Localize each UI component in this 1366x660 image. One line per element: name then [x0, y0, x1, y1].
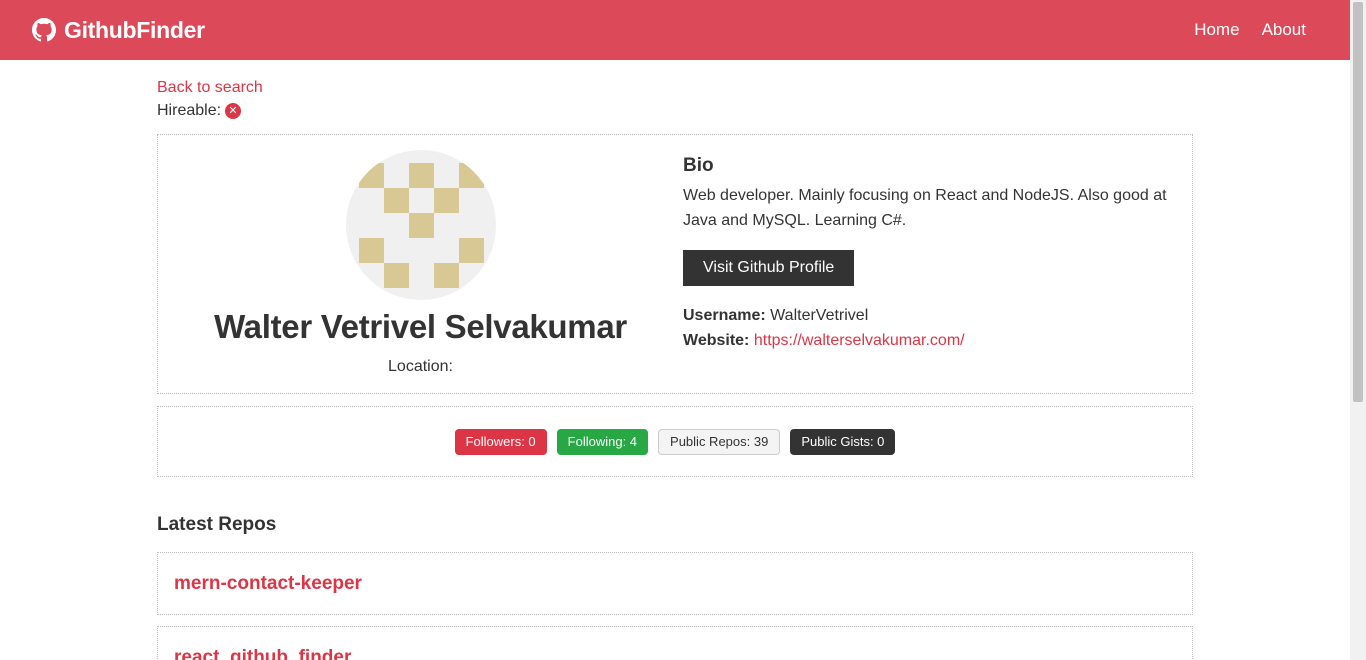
- brand-title: GithubFinder: [64, 16, 205, 43]
- website-link[interactable]: https://walterselvakumar.com/: [754, 332, 965, 349]
- x-circle-icon: ✕: [225, 103, 242, 119]
- public-repos-badge: Public Repos: 39: [658, 428, 781, 455]
- profile-card: Walter Vetrivel Selvakumar Location: Bio…: [157, 134, 1193, 394]
- nav-about-link[interactable]: About: [1262, 20, 1306, 40]
- website-label: Website:: [683, 332, 750, 349]
- profile-right: Bio Web developer. Mainly focusing on Re…: [683, 135, 1183, 393]
- github-icon: [32, 18, 56, 42]
- username-row: Username: WalterVetrivel: [683, 303, 1183, 328]
- profile-left: Walter Vetrivel Selvakumar Location:: [158, 135, 683, 393]
- back-to-search-link[interactable]: Back to search: [157, 79, 263, 97]
- visit-github-profile-button[interactable]: Visit Github Profile: [683, 250, 855, 286]
- main-container: Back to search Hireable: ✕ Walter Vetriv…: [157, 60, 1193, 660]
- nav-links: Home About: [1194, 20, 1306, 40]
- navbar: GithubFinder Home About: [0, 0, 1350, 60]
- username-label: Username:: [683, 307, 766, 324]
- profile-name: Walter Vetrivel Selvakumar: [214, 308, 627, 345]
- username-value: WalterVetrivel: [770, 307, 869, 324]
- website-row: Website: https://walterselvakumar.com/: [683, 328, 1183, 353]
- repo-card: mern-contact-keeper: [157, 552, 1193, 615]
- stats-card: Followers: 0 Following: 4 Public Repos: …: [157, 406, 1193, 477]
- scrollbar[interactable]: [1350, 0, 1366, 660]
- public-gists-badge: Public Gists: 0: [790, 428, 896, 455]
- hireable-row: Hireable: ✕: [157, 102, 1193, 120]
- followers-badge: Followers: 0: [454, 428, 547, 455]
- nav-home-link[interactable]: Home: [1194, 20, 1239, 40]
- latest-repos-title: Latest Repos: [157, 514, 277, 535]
- info-list: Username: WalterVetrivel Website: https:…: [683, 303, 1183, 353]
- location-label: Location:: [388, 358, 453, 375]
- bio-text: Web developer. Mainly focusing on React …: [683, 187, 1167, 229]
- following-badge: Following: 4: [556, 428, 649, 455]
- repo-link[interactable]: mern-contact-keeper: [174, 573, 362, 594]
- hireable-label: Hireable:: [157, 102, 222, 119]
- scrollbar-thumb[interactable]: [1353, 2, 1363, 402]
- repo-link[interactable]: react_github_finder: [174, 647, 351, 660]
- brand[interactable]: GithubFinder: [32, 17, 205, 44]
- bio-title: Bio: [683, 155, 714, 176]
- repo-card: react_github_finder: [157, 626, 1193, 660]
- avatar: [345, 150, 496, 300]
